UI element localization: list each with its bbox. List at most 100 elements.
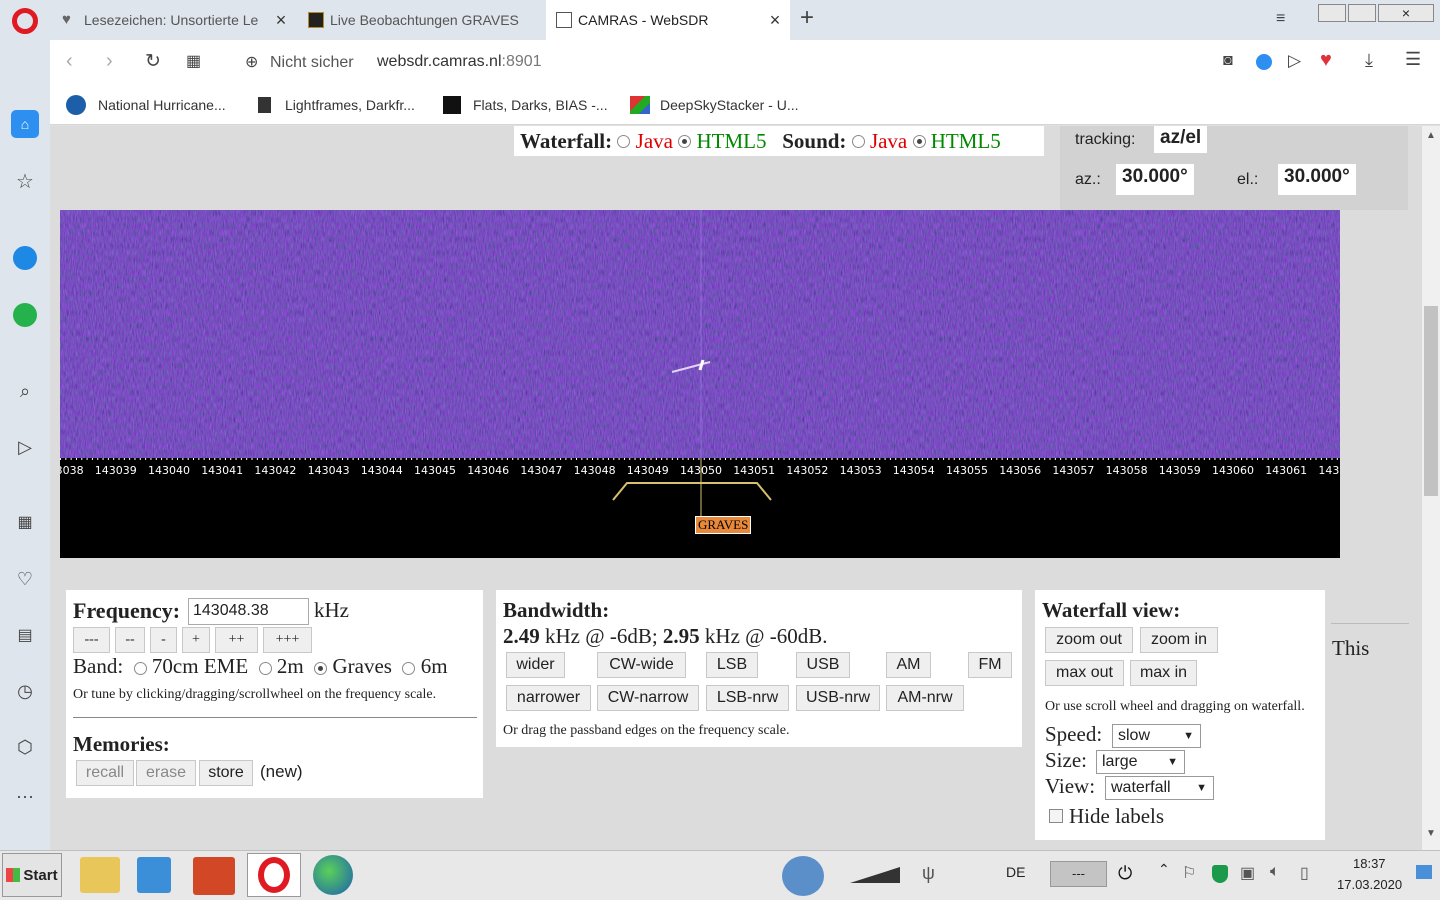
frequency-input[interactable]: 143048.38 bbox=[188, 598, 309, 625]
fm-button[interactable]: FM bbox=[968, 652, 1012, 678]
show-desktop-button[interactable] bbox=[1416, 865, 1432, 879]
tab-bookmarks[interactable]: ♥ Lesezeichen: Unsortierte Le × bbox=[52, 0, 296, 40]
download-icon[interactable]: ⤓ bbox=[1365, 50, 1373, 71]
speed-dial-icon[interactable]: ▦ bbox=[11, 508, 39, 536]
news-icon[interactable]: ▤ bbox=[11, 621, 39, 649]
history-icon[interactable]: ◷ bbox=[11, 677, 39, 705]
band-2m-radio[interactable] bbox=[258, 661, 272, 675]
clock-date[interactable]: 17.03.2020 bbox=[1337, 877, 1402, 892]
device-icon[interactable]: ▯ bbox=[1300, 863, 1309, 883]
band-graves-radio[interactable] bbox=[314, 661, 328, 675]
tune-up-3-button[interactable]: +++ bbox=[263, 627, 312, 653]
tabs-grid-icon[interactable]: ▦ bbox=[186, 51, 201, 71]
graves-station-label[interactable]: GRAVES bbox=[695, 516, 752, 534]
star-icon[interactable]: ☆ bbox=[11, 167, 39, 195]
explorer-icon[interactable] bbox=[80, 857, 120, 893]
flag-icon[interactable]: ⚐ bbox=[1182, 863, 1196, 883]
bookmark-item[interactable]: Flats, Darks, BIAS -... bbox=[443, 94, 608, 116]
usb-button[interactable]: USB bbox=[796, 652, 850, 678]
passband-marker[interactable] bbox=[60, 458, 1340, 558]
security-shield-icon[interactable] bbox=[1212, 865, 1228, 883]
bookmark-item[interactable]: National Hurricane... bbox=[66, 94, 226, 116]
send-icon[interactable]: ▷ bbox=[11, 433, 39, 461]
narrower-button[interactable]: narrower bbox=[506, 685, 591, 711]
sound-java-radio[interactable] bbox=[851, 134, 865, 148]
tab-graves[interactable]: Live Beobachtungen GRAVES bbox=[298, 0, 544, 40]
lsb-button[interactable]: LSB bbox=[706, 652, 758, 678]
frequency-scale[interactable]: 1430381430391430401430411430421430431430… bbox=[60, 458, 1340, 558]
language-indicator[interactable]: DE bbox=[1006, 864, 1025, 880]
forward-icon[interactable]: › bbox=[106, 50, 113, 73]
new-tab-button[interactable]: + bbox=[800, 4, 814, 32]
antenna-icon[interactable]: ψ bbox=[922, 863, 935, 884]
messenger-icon[interactable] bbox=[11, 244, 39, 272]
restore-button[interactable] bbox=[1348, 4, 1376, 22]
tune-down-2-button[interactable]: -- bbox=[115, 627, 145, 653]
memory-recall-button[interactable]: recall bbox=[76, 760, 134, 786]
clock-time[interactable]: 18:37 bbox=[1353, 856, 1386, 871]
cw-narrow-button[interactable]: CW-narrow bbox=[597, 685, 699, 711]
tune-down-3-button[interactable]: --- bbox=[73, 627, 110, 653]
speed-select[interactable]: slow ▼ bbox=[1112, 724, 1201, 748]
close-tab-icon[interactable]: × bbox=[266, 10, 296, 31]
view-select[interactable]: waterfall ▼ bbox=[1105, 776, 1214, 800]
page-scrollbar[interactable]: ▲ ▼ bbox=[1422, 126, 1440, 850]
band-70cm-radio[interactable] bbox=[133, 661, 147, 675]
am-button[interactable]: AM bbox=[886, 652, 931, 678]
am-nrw-button[interactable]: AM-nrw bbox=[886, 685, 964, 711]
security-label[interactable]: Nicht sicher bbox=[270, 54, 354, 72]
close-window-button[interactable]: × bbox=[1378, 4, 1434, 22]
zoom-out-button[interactable]: zoom out bbox=[1045, 627, 1133, 653]
opera-taskbar-icon[interactable] bbox=[247, 853, 301, 897]
network-icon[interactable]: ▣ bbox=[1240, 863, 1255, 883]
toolbox-icon[interactable] bbox=[782, 856, 824, 896]
band-6m-radio[interactable] bbox=[402, 661, 416, 675]
waterfall-java-radio[interactable] bbox=[617, 134, 631, 148]
sound-html5-radio[interactable] bbox=[912, 134, 926, 148]
memory-erase-button[interactable]: erase bbox=[136, 760, 196, 786]
opera-menu-icon[interactable] bbox=[12, 8, 38, 34]
usb-nrw-button[interactable]: USB-nrw bbox=[796, 685, 880, 711]
globe-app-icon[interactable] bbox=[313, 855, 353, 895]
size-select[interactable]: large ▼ bbox=[1096, 750, 1185, 774]
camera-icon[interactable]: ◙ bbox=[1223, 52, 1233, 70]
volume-icon[interactable]: 🔈︎ bbox=[1270, 863, 1280, 881]
tab-camras[interactable]: CAMRAS - WebSDR × bbox=[546, 0, 790, 40]
bookmark-item[interactable]: Lightframes, Darkfr... bbox=[258, 94, 415, 116]
tune-up-1-button[interactable]: + bbox=[182, 627, 210, 653]
powerpoint-icon[interactable] bbox=[193, 857, 235, 895]
url-field[interactable]: websdr.camras.nl:8901 bbox=[377, 53, 542, 71]
memory-store-button[interactable]: store bbox=[199, 760, 253, 786]
favorite-heart-icon[interactable]: ♥ bbox=[1320, 49, 1332, 72]
tab-menu-icon[interactable]: ≡ bbox=[1276, 10, 1285, 28]
start-button[interactable]: Start bbox=[2, 853, 62, 897]
extensions-icon[interactable]: ⬡ bbox=[11, 733, 39, 761]
bookmark-item[interactable]: DeepSkyStacker - U... bbox=[630, 94, 799, 116]
home-icon[interactable]: ⌂ bbox=[11, 110, 39, 138]
media-player-icon[interactable] bbox=[137, 857, 171, 893]
back-icon[interactable]: ‹ bbox=[66, 50, 73, 73]
tracking-mode[interactable]: az/el bbox=[1154, 126, 1208, 153]
show-hidden-icons[interactable]: ⌃ bbox=[1158, 861, 1170, 878]
easy-setup-icon[interactable]: ☰ bbox=[1405, 49, 1421, 70]
scroll-thumb[interactable] bbox=[1424, 306, 1438, 496]
memory-select[interactable]: (new) bbox=[260, 762, 303, 782]
shield-icon[interactable] bbox=[1256, 54, 1272, 70]
more-icon[interactable]: ··· bbox=[11, 782, 39, 810]
flow-icon[interactable]: ▷ bbox=[1288, 51, 1301, 71]
reload-icon[interactable]: ↻ bbox=[145, 50, 161, 73]
hide-labels-checkbox[interactable] bbox=[1049, 809, 1063, 823]
search-icon[interactable]: ⌕ bbox=[11, 377, 39, 405]
wider-button[interactable]: wider bbox=[506, 652, 565, 678]
lsb-nrw-button[interactable]: LSB-nrw bbox=[706, 685, 789, 711]
cw-wide-button[interactable]: CW-wide bbox=[597, 652, 686, 678]
input-box[interactable]: --- bbox=[1050, 861, 1107, 887]
tune-up-2-button[interactable]: ++ bbox=[215, 627, 258, 653]
tune-down-1-button[interactable]: - bbox=[150, 627, 177, 653]
scroll-down-icon[interactable]: ▼ bbox=[1426, 828, 1436, 839]
zoom-in-button[interactable]: zoom in bbox=[1140, 627, 1218, 653]
whatsapp-icon[interactable] bbox=[11, 301, 39, 329]
max-in-button[interactable]: max in bbox=[1130, 660, 1197, 686]
minimize-button[interactable] bbox=[1318, 4, 1346, 22]
waterfall-display[interactable] bbox=[60, 210, 1340, 458]
